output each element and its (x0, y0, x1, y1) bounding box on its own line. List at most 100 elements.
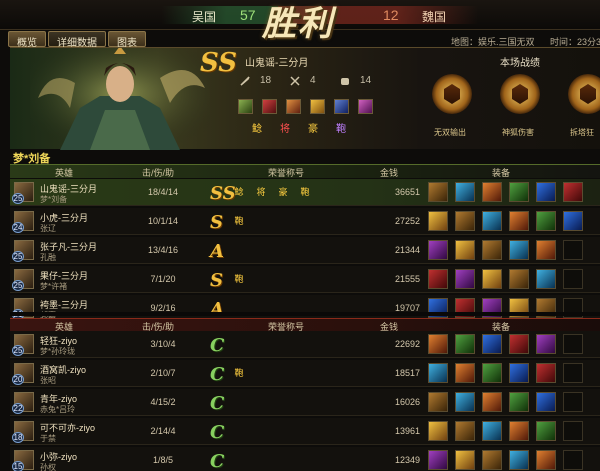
team-a-header: 英雄 击/伤/助 荣誉称号 金钱 装备 (10, 164, 600, 178)
equipment-item[interactable] (536, 269, 556, 289)
equipment-item[interactable] (428, 450, 448, 470)
equipment-item[interactable] (455, 421, 475, 441)
equipment-item[interactable] (509, 269, 529, 289)
equipment-item[interactable] (509, 240, 529, 260)
grade-badge: S (210, 212, 223, 233)
player-row[interactable]: 25 张子凡-三分月 孔融 13/4/16 A 21344 (10, 237, 600, 264)
kda-value: 4/15/2 (150, 397, 176, 407)
equipment-item[interactable] (563, 211, 583, 231)
equipment-item[interactable] (563, 182, 583, 202)
player-row[interactable]: 15 小弥-ziyo 孙权 1/8/5 C 12349 (10, 447, 600, 471)
medal-icon[interactable] (432, 74, 472, 114)
equipment-item[interactable] (482, 211, 502, 231)
equipment-item[interactable] (509, 392, 529, 412)
player-row[interactable]: 24 小虎-三分月 张辽 10/1/14 S 鞄 27252 (10, 208, 600, 235)
equipment-item[interactable] (428, 421, 448, 441)
equipment-item[interactable] (482, 334, 502, 354)
equipment-item[interactable] (455, 182, 475, 202)
hero-item-1[interactable] (238, 99, 253, 114)
equipment-slots (428, 450, 583, 470)
player-row[interactable]: 25 果仔-三分月 梦*许褚 7/1/20 S 鞄 21555 (10, 266, 600, 293)
kills-stat: 18 (240, 75, 280, 86)
equipment-item[interactable] (455, 211, 475, 231)
hero-item-3[interactable] (286, 99, 301, 114)
honor-badge: 鞄 (234, 274, 244, 284)
equipment-item[interactable] (428, 392, 448, 412)
equipment-item[interactable] (482, 450, 502, 470)
level-badge: 15 (12, 461, 24, 471)
equipment-item[interactable] (509, 363, 529, 383)
equipment-item[interactable] (536, 240, 556, 260)
level-badge: 25 (12, 345, 24, 356)
equipment-item[interactable] (536, 421, 556, 441)
hero-equipment (238, 99, 373, 114)
equipment-item[interactable] (428, 240, 448, 260)
equipment-item[interactable] (455, 392, 475, 412)
hero-name: 于禁 (40, 434, 56, 443)
battle-record-title: 本场战绩 (500, 58, 540, 69)
equipment-item[interactable] (509, 421, 529, 441)
equipment-item[interactable] (482, 363, 502, 383)
hero-name: 梦*孙玲珑 (40, 347, 76, 356)
empty-equipment-slot (563, 334, 583, 354)
equipment-item[interactable] (509, 450, 529, 470)
hero-grade: SS (200, 48, 237, 78)
equipment-item[interactable] (536, 211, 556, 231)
hero-portrait (30, 48, 210, 150)
equipment-item[interactable] (536, 363, 556, 383)
hero-name: 孔融 (40, 253, 56, 262)
hero-item-2[interactable] (262, 99, 277, 114)
equipment-item[interactable] (536, 392, 556, 412)
gold-value: 12349 (394, 455, 420, 465)
left-team-name: 吴国 (192, 10, 217, 24)
player-row[interactable]: 25 山鬼谣-三分月 梦*刘备 18/4/14 SS 鲶将豪鞄 36651 (10, 179, 600, 206)
hero-panel: SS 山鬼谣-三分月 18 4 14 鲶 将 豪 鞄 本场战绩 无双输出 神狐伤… (10, 47, 600, 150)
equipment-item[interactable] (428, 363, 448, 383)
hero-item-6[interactable] (358, 99, 373, 114)
equipment-item[interactable] (428, 334, 448, 354)
player-row[interactable]: 22 青年-ziyo 赤兔*吕玲 4/15/2 C 16026 (10, 389, 600, 416)
honor-badge: 豪 (278, 187, 288, 197)
equipment-item[interactable] (509, 334, 529, 354)
equipment-item[interactable] (482, 421, 502, 441)
tab-details[interactable]: 详细数据 (48, 31, 106, 49)
medal-label: 神狐伤害 (502, 128, 534, 137)
left-team-score: 57 (240, 7, 256, 23)
equipment-item[interactable] (455, 450, 475, 470)
equipment-item[interactable] (455, 240, 475, 260)
equipment-item[interactable] (455, 363, 475, 383)
equipment-item[interactable] (482, 240, 502, 260)
level-badge: 22 (12, 403, 24, 414)
medal-icon[interactable] (568, 74, 600, 114)
honor-badge: 鞄 (300, 187, 310, 197)
team-divider (10, 312, 600, 316)
sword-icon (240, 75, 250, 86)
score-bar: 吴国 57 胜利 12 魏国 (0, 0, 600, 44)
equipment-slots (428, 269, 583, 289)
equipment-item[interactable] (455, 334, 475, 354)
equipment-item[interactable] (509, 182, 529, 202)
equipment-item[interactable] (428, 182, 448, 202)
equipment-item[interactable] (455, 269, 475, 289)
kda-value: 2/14/4 (150, 426, 176, 436)
player-row[interactable]: 20 酒窝凯-ziyo 张昭 2/10/7 C 鞄 18517 (10, 360, 600, 387)
equipment-item[interactable] (428, 211, 448, 231)
tab-charts[interactable]: 图表 (108, 31, 146, 49)
tab-overview[interactable]: 概览 (8, 31, 46, 49)
player-row[interactable]: 25 轻狂-ziyo 梦*孙玲珑 3/10/4 C 22692 (10, 331, 600, 358)
level-badge: 20 (12, 374, 24, 385)
hero-item-4[interactable] (310, 99, 325, 114)
equipment-item[interactable] (482, 269, 502, 289)
medal-icon[interactable] (500, 74, 540, 114)
level-badge: 25 (12, 280, 24, 291)
equipment-item[interactable] (509, 211, 529, 231)
equipment-item[interactable] (536, 450, 556, 470)
equipment-item[interactable] (536, 334, 556, 354)
equipment-item[interactable] (428, 269, 448, 289)
equipment-item[interactable] (482, 392, 502, 412)
player-row[interactable]: 18 可不可亦-ziyo 于禁 2/14/4 C 13961 (10, 418, 600, 445)
medal-label: 无双输出 (434, 128, 466, 137)
equipment-item[interactable] (482, 182, 502, 202)
hero-item-5[interactable] (334, 99, 349, 114)
equipment-item[interactable] (536, 182, 556, 202)
